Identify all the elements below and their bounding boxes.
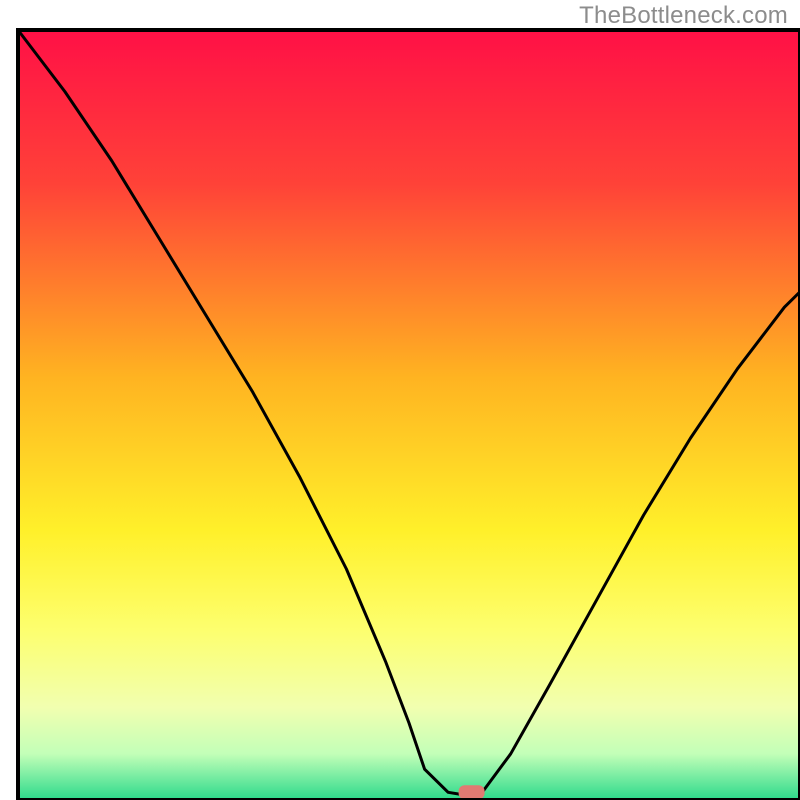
gradient-background xyxy=(18,30,800,800)
optimum-marker xyxy=(459,785,485,799)
watermark-text: TheBottleneck.com xyxy=(579,2,788,30)
chart-container: TheBottleneck.com xyxy=(0,0,800,800)
bottleneck-chart xyxy=(0,0,800,800)
